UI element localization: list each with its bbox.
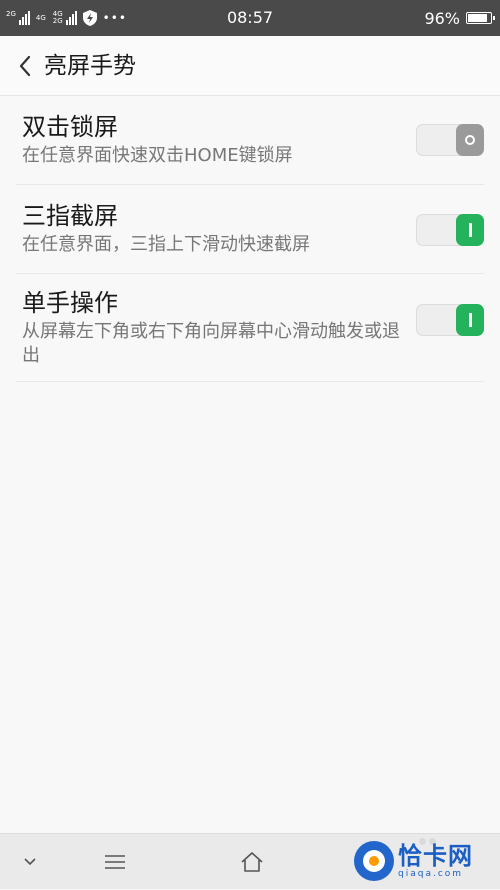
setting-row-one-hand-mode[interactable]: 单手操作 从屏幕左下角或右下角向屏幕中心滑动触发或退出 (16, 274, 484, 382)
back-button[interactable] (10, 50, 40, 82)
watermark: 恰卡网 qiaqa.com (354, 833, 500, 889)
chevron-left-icon (19, 55, 31, 77)
nav-home-button[interactable] (222, 834, 282, 890)
menu-icon (105, 855, 125, 869)
double-tap-lock-toggle[interactable] (416, 124, 484, 156)
setting-title: 双击锁屏 (22, 113, 118, 141)
setting-description: 从屏幕左下角或右下角向屏幕中心滑动触发或退出 (22, 321, 400, 366)
page-title: 亮屏手势 (44, 53, 136, 79)
battery-level (468, 14, 487, 22)
settings-list: 双击锁屏 在任意界面快速双击HOME键锁屏 三指截屏 在任意界面，三指上下滑动快… (0, 96, 500, 382)
toggle-knob (456, 214, 484, 246)
setting-description: 在任意界面快速双击HOME键锁屏 (22, 145, 293, 166)
setting-title: 单手操作 (22, 289, 118, 317)
toggle-off-icon (465, 135, 475, 145)
nav-collapse-button[interactable] (0, 834, 60, 890)
chevron-down-icon (24, 858, 36, 866)
battery-icon (466, 12, 495, 24)
app-header: 亮屏手势 (0, 36, 500, 96)
toggle-on-icon (468, 313, 472, 327)
setting-description: 在任意界面，三指上下滑动快速截屏 (22, 234, 310, 255)
bottom-nav-bar: 恰卡网 qiaqa.com (0, 833, 500, 889)
setting-title: 三指截屏 (22, 202, 118, 230)
three-finger-screenshot-toggle[interactable] (416, 214, 484, 246)
setting-row-three-finger-screenshot[interactable]: 三指截屏 在任意界面，三指上下滑动快速截屏 (16, 185, 484, 274)
home-icon (241, 852, 263, 872)
status-bar: 2G 4G 4G 2G ••• 08:57 96% (0, 0, 500, 36)
toggle-on-icon (468, 223, 472, 237)
status-icons-right: 96% (424, 0, 495, 36)
watermark-name: 恰卡网 (398, 842, 473, 870)
nav-menu-button[interactable] (85, 834, 145, 890)
battery-percent: 96% (424, 8, 460, 28)
watermark-domain: qiaqa.com (398, 869, 464, 879)
toggle-knob (456, 124, 484, 156)
watermark-logo-icon (354, 841, 394, 881)
toggle-knob (456, 304, 484, 336)
setting-row-double-tap-lock[interactable]: 双击锁屏 在任意界面快速双击HOME键锁屏 (16, 96, 484, 185)
one-hand-mode-toggle[interactable] (416, 304, 484, 336)
